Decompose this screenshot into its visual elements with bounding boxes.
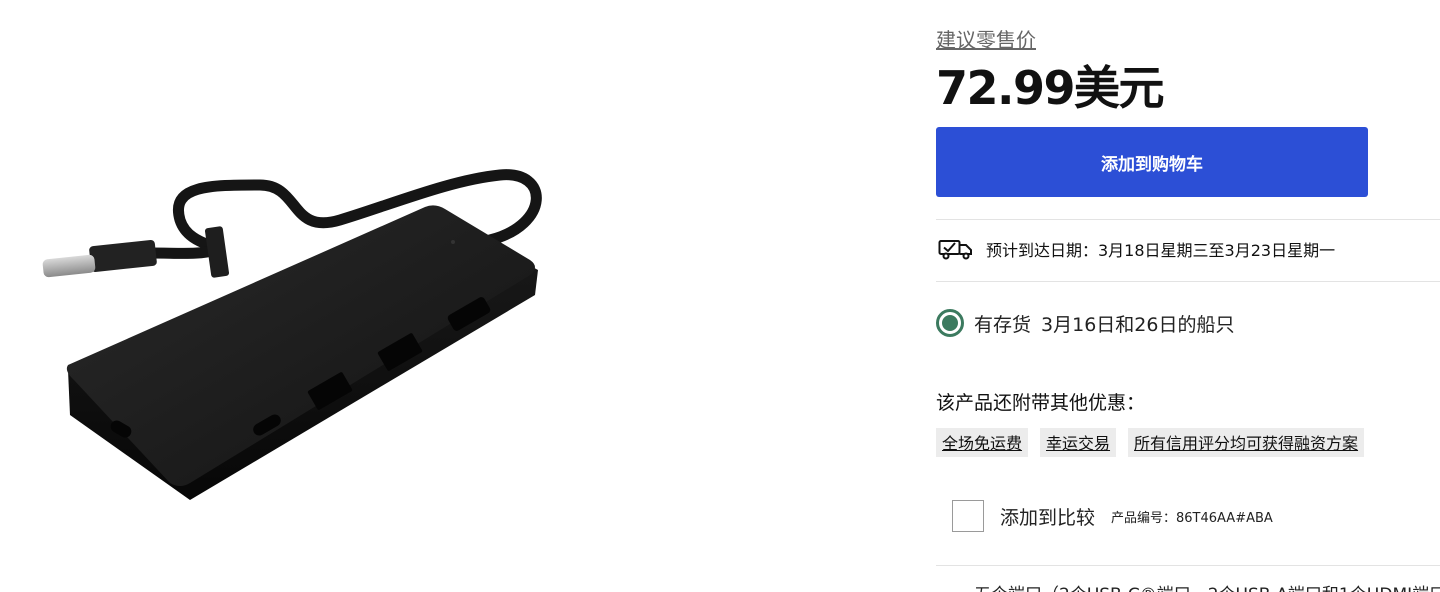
offer-lucky-deal-link[interactable]: 幸运交易 xyxy=(1040,428,1117,457)
stock-status-text: 有存货 xyxy=(974,313,1032,336)
product-page: 建议零售价 72.99美元 添加到购物车 预计到达日期：3月18日星期三至3月2… xyxy=(0,0,1440,592)
product-image[interactable] xyxy=(30,165,560,510)
purchase-panel: 建议零售价 72.99美元 添加到购物车 预计到达日期：3月18日星期三至3月2… xyxy=(936,0,1440,592)
divider xyxy=(936,219,1440,220)
in-stock-radio-icon xyxy=(936,309,964,337)
offer-financing-link[interactable]: 所有信用评分均可获得融资方案 xyxy=(1128,428,1365,457)
divider xyxy=(936,565,1440,566)
product-number: 产品编号：86T46AA#ABA xyxy=(1111,510,1273,526)
compare-row: 添加到比较 产品编号：86T46AA#ABA xyxy=(952,500,1273,532)
delivery-truck-icon xyxy=(938,240,972,260)
compare-checkbox[interactable] xyxy=(952,500,984,532)
product-price: 72.99美元 xyxy=(936,61,1165,115)
stock-status: 有存货 3月16日和26日的船只 xyxy=(936,306,1234,340)
offers-heading: 该产品还附带其他优惠： xyxy=(936,392,1146,414)
add-to-cart-button[interactable]: 添加到购物车 xyxy=(936,127,1368,197)
ports-spec: 五个端口（2个USB-C®端口、2个USB-A端口和1个HDMI端口） xyxy=(974,580,1440,592)
delivery-estimate: 预计到达日期：3月18日星期三至3月23日星期一 xyxy=(938,236,1335,262)
offers-list: 全场免运费 幸运交易 所有信用评分均可获得融资方案 xyxy=(936,428,1365,457)
usb-c-hub-icon xyxy=(42,169,542,500)
compare-label[interactable]: 添加到比较 xyxy=(1000,503,1095,530)
delivery-text: 预计到达日期：3月18日星期三至3月23日星期一 xyxy=(986,241,1336,260)
msrp-label-link[interactable]: 建议零售价 xyxy=(936,24,1036,53)
shipping-date-text: 3月16日和26日的船只 xyxy=(1041,313,1235,336)
divider xyxy=(936,281,1440,282)
offer-free-shipping-link[interactable]: 全场免运费 xyxy=(936,428,1029,457)
